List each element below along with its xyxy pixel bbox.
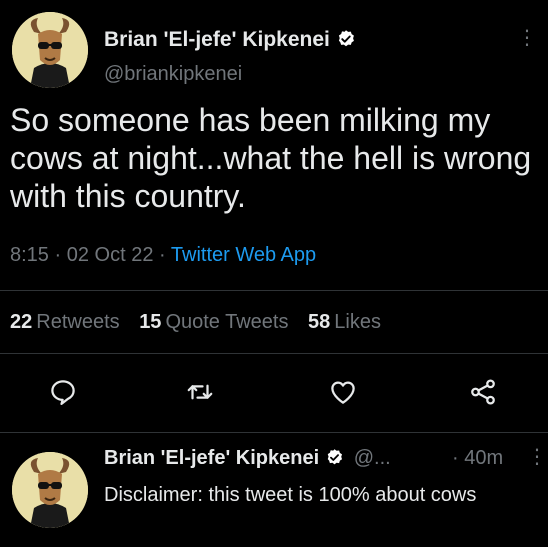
likes-label: Likes	[334, 311, 381, 333]
like-icon[interactable]	[328, 377, 358, 407]
tweet-stats: 22 Retweets 15 Quote Tweets 58 Likes	[10, 311, 395, 334]
reply-time[interactable]: · 40m	[452, 447, 503, 470]
goat-with-sunglasses-avatar	[12, 452, 88, 528]
quotes-label: Quote Tweets	[165, 311, 289, 333]
meta-separator: ·	[159, 244, 166, 266]
retweet-icon[interactable]	[185, 377, 215, 407]
retweets-stat[interactable]: 22 Retweets	[10, 311, 120, 333]
divider	[0, 353, 548, 354]
tweet-time[interactable]: 8:15	[10, 244, 49, 266]
reply-handle[interactable]: @...	[354, 447, 391, 469]
meta-separator: ·	[54, 244, 62, 266]
reply-header: Brian 'El-jefe' Kipkenei @...	[104, 447, 391, 473]
quotes-count: 15	[139, 311, 162, 333]
author-avatar[interactable]	[12, 12, 88, 88]
divider	[0, 290, 548, 291]
verified-badge-icon	[325, 448, 344, 473]
retweets-count: 22	[10, 311, 33, 333]
tweet-text: So someone has been milking my cows at n…	[10, 102, 532, 214]
reply-more-options-icon[interactable]: ⋮	[527, 447, 547, 467]
quote-tweets-stat[interactable]: 15 Quote Tweets	[139, 311, 288, 333]
divider	[0, 432, 548, 433]
author-name[interactable]: Brian 'El-jefe' Kipkenei	[104, 28, 330, 51]
author-name-row[interactable]: Brian 'El-jefe' Kipkenei	[104, 28, 356, 55]
tweet-timestamp-row: 8:15 · 02 Oct 22 · Twitter Web App	[10, 244, 316, 267]
reply-text: Disclaimer: this tweet is 100% about cow…	[104, 484, 477, 506]
verified-badge-icon	[336, 29, 356, 55]
likes-count: 58	[308, 311, 331, 333]
tweet-date[interactable]: 02 Oct 22	[67, 244, 154, 266]
tweet-source-link[interactable]: Twitter Web App	[171, 244, 316, 266]
author-handle[interactable]: @briankipkenei	[104, 63, 242, 86]
likes-stat[interactable]: 58 Likes	[308, 311, 381, 333]
goat-with-sunglasses-avatar	[12, 12, 88, 88]
reply-icon[interactable]	[48, 377, 78, 407]
retweets-label: Retweets	[36, 311, 120, 333]
reply-author-avatar[interactable]	[12, 452, 88, 528]
share-icon[interactable]	[468, 377, 498, 407]
more-options-icon[interactable]: ⋮	[517, 28, 537, 48]
reply-author-name[interactable]: Brian 'El-jefe' Kipkenei	[104, 447, 319, 469]
